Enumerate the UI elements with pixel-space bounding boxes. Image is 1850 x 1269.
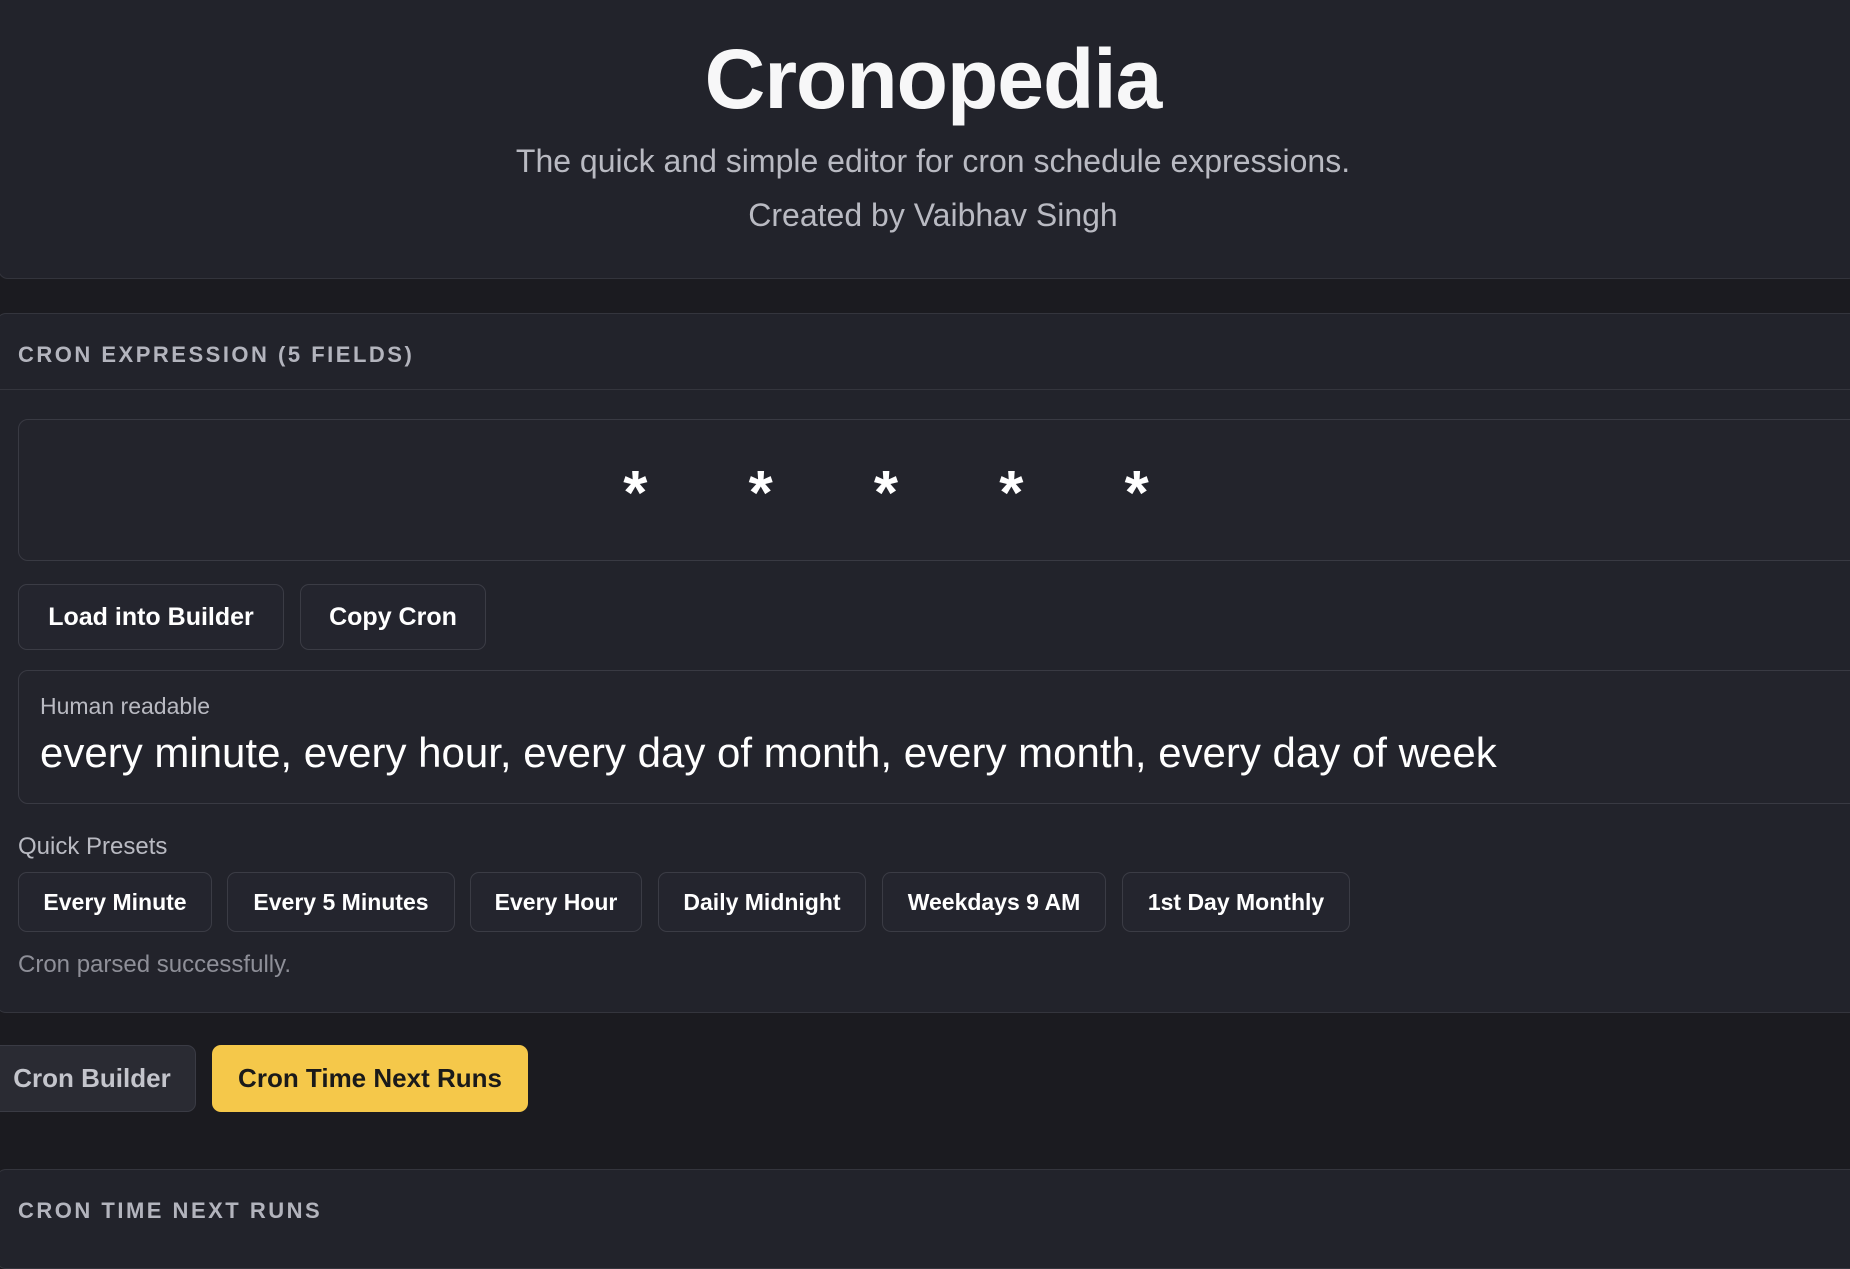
preset-every-hour-button[interactable]: Every Hour bbox=[470, 872, 642, 932]
preset-every-5-minutes-button[interactable]: Every 5 Minutes bbox=[227, 872, 455, 932]
cron-expression-panel: CRON EXPRESSION (5 FIELDS) * * * * * Loa… bbox=[0, 313, 1850, 1013]
next-runs-panel-title: CRON TIME NEXT RUNS bbox=[18, 1198, 323, 1223]
tab-cron-time-next-runs[interactable]: Cron Time Next Runs bbox=[212, 1045, 528, 1112]
preset-weekdays-9am-button[interactable]: Weekdays 9 AM bbox=[882, 872, 1106, 932]
panel-title: CRON EXPRESSION (5 FIELDS) bbox=[18, 342, 415, 367]
app-credit: Created by Vaibhav Singh bbox=[748, 197, 1118, 233]
copy-cron-button[interactable]: Copy Cron bbox=[300, 584, 486, 650]
human-readable-box: Human readable every minute, every hour,… bbox=[18, 670, 1850, 804]
preset-daily-midnight-button[interactable]: Daily Midnight bbox=[658, 872, 866, 932]
app-subtitle: The quick and simple editor for cron sch… bbox=[515, 143, 1351, 179]
load-into-builder-button[interactable]: Load into Builder bbox=[18, 584, 284, 650]
tab-cron-builder[interactable]: Cron Builder bbox=[0, 1045, 196, 1112]
app-title: Cronopedia bbox=[704, 32, 1163, 126]
preset-1st-day-monthly-button[interactable]: 1st Day Monthly bbox=[1122, 872, 1350, 932]
parse-status-text: Cron parsed successfully. bbox=[18, 951, 291, 978]
preset-every-minute-button[interactable]: Every Minute bbox=[18, 872, 212, 932]
cron-expression-text[interactable]: * * * * * bbox=[0, 458, 1850, 529]
next-runs-panel: CRON TIME NEXT RUNS bbox=[0, 1169, 1850, 1269]
app-header: Cronopedia The quick and simple editor f… bbox=[0, 0, 1850, 279]
human-readable-label: Human readable bbox=[40, 693, 211, 719]
cron-expression-input[interactable]: * * * * * bbox=[18, 419, 1850, 561]
quick-presets-label: Quick Presets bbox=[18, 833, 168, 860]
panel-header: CRON EXPRESSION (5 FIELDS) bbox=[0, 314, 1850, 390]
human-readable-text: every minute, every hour, every day of m… bbox=[40, 729, 1497, 776]
